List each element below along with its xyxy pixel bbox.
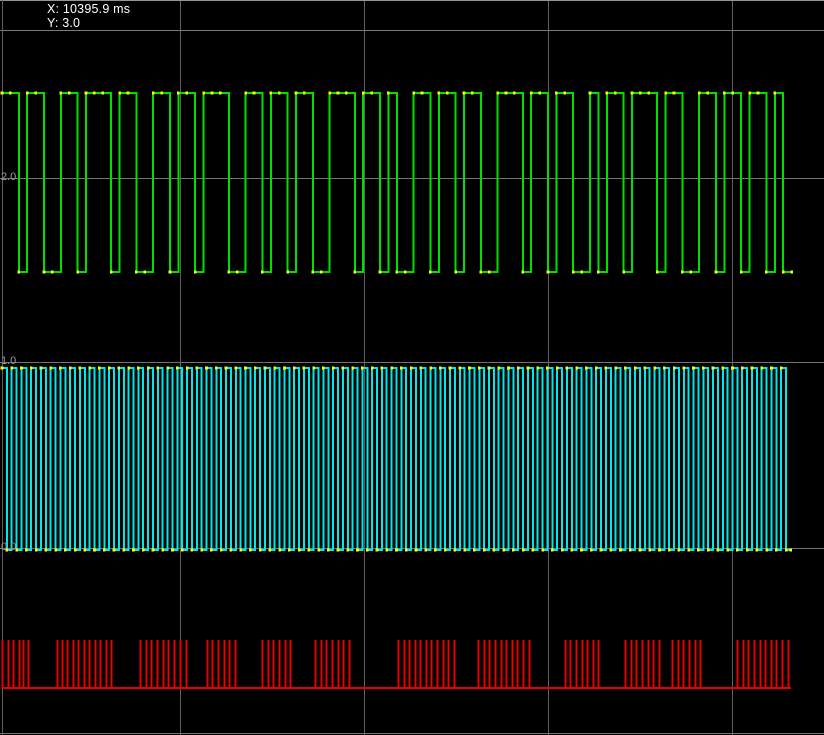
trace-red-bursts [1, 640, 791, 689]
cursor-readout-panel: X: 10395.9 ms Y: 3.0 [0, 0, 824, 30]
y-tick-label-1: 1.0 [1, 355, 17, 367]
cursor-y-readout: Y: 3.0 [47, 16, 81, 30]
waveform-plot[interactable] [0, 0, 824, 735]
cursor-x-readout: X: 10395.9 ms [47, 2, 131, 16]
y-tick-label-0: 0.0 [1, 541, 17, 553]
waveform-viewer-window: X: 10395.9 ms Y: 3.0 2.0 1.0 0.0 [0, 0, 824, 735]
trace-green-data [2, 92, 792, 273]
y-tick-label-2: 2.0 [1, 171, 17, 183]
trace-cyan-clock [2, 367, 791, 551]
